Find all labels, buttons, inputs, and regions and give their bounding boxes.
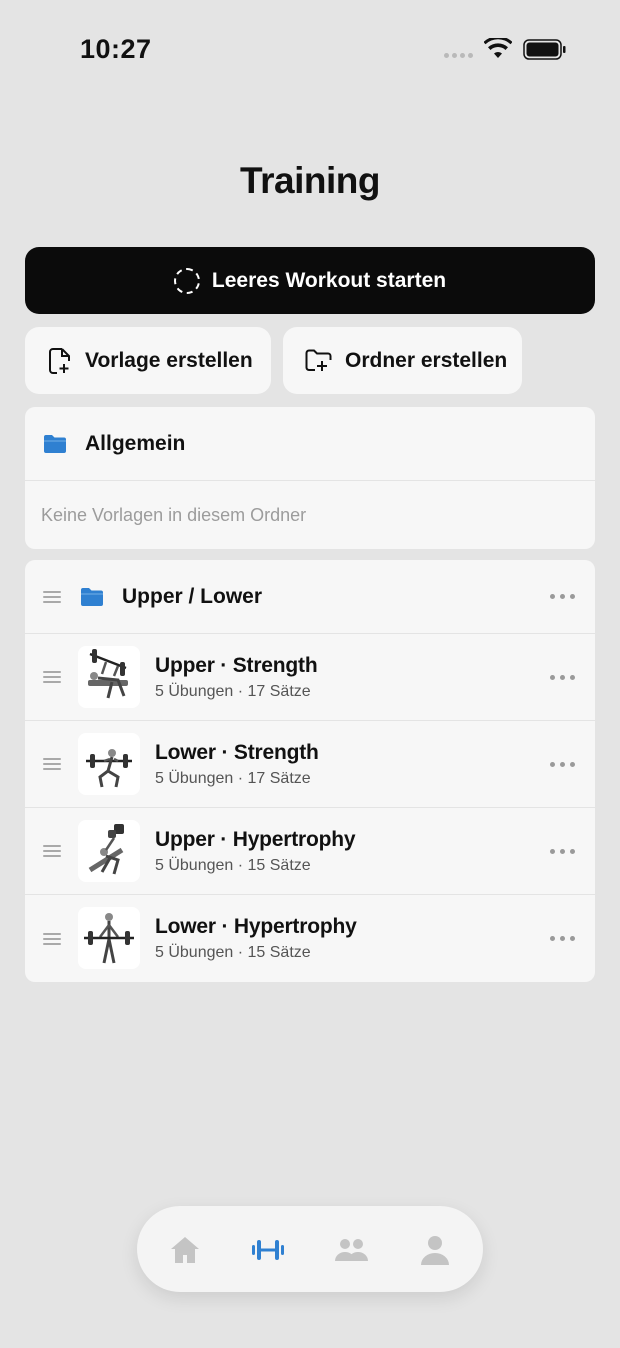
dashed-circle-icon xyxy=(173,267,200,294)
folder-header[interactable]: Allgemein xyxy=(25,407,595,481)
tab-training[interactable] xyxy=(250,1232,286,1268)
folder-card-allgemein: Allgemein Keine Vorlagen in diesem Ordne… xyxy=(25,407,595,549)
more-options-icon[interactable] xyxy=(550,761,575,767)
tab-community[interactable] xyxy=(333,1232,369,1268)
template-info: Upper · Hypertrophy 5 Übungen · 15 Sätze xyxy=(155,828,356,875)
page-title: Training xyxy=(240,160,380,201)
folder-header[interactable]: Upper / Lower xyxy=(25,560,595,634)
template-row[interactable]: Lower · Strength 5 Übungen · 17 Sätze xyxy=(25,721,595,808)
drag-handle-icon[interactable] xyxy=(43,668,61,686)
template-subtitle: 5 Übungen · 15 Sätze xyxy=(155,857,311,874)
new-document-icon xyxy=(49,347,70,374)
drag-handle-icon[interactable] xyxy=(43,842,61,860)
exercise-thumbnail xyxy=(78,646,140,708)
template-info: Lower · Hypertrophy 5 Übungen · 15 Sätze xyxy=(155,915,357,962)
template-title: Upper · Strength xyxy=(155,654,318,677)
template-subtitle: 5 Übungen · 17 Sätze xyxy=(155,683,311,700)
template-title: Upper · Hypertrophy xyxy=(155,828,356,851)
template-row[interactable]: Lower · Hypertrophy 5 Übungen · 15 Sätze xyxy=(25,895,595,982)
create-template-button[interactable]: Vorlage erstellen xyxy=(25,327,271,394)
folder-icon xyxy=(44,434,66,453)
drag-handle-icon[interactable] xyxy=(43,755,61,773)
folder-icon xyxy=(81,587,103,606)
wifi-icon xyxy=(484,38,512,58)
template-row[interactable]: Upper · Strength 5 Übungen · 17 Sätze xyxy=(25,634,595,721)
template-info: Upper · Strength 5 Übungen · 17 Sätze xyxy=(155,654,318,701)
template-info: Lower · Strength 5 Übungen · 17 Sätze xyxy=(155,741,319,788)
tab-profile[interactable] xyxy=(417,1232,453,1268)
profile-icon xyxy=(421,1236,449,1265)
tab-home[interactable] xyxy=(167,1232,203,1268)
more-options-icon[interactable] xyxy=(550,674,575,680)
exercise-thumbnail xyxy=(78,733,140,795)
start-empty-workout-label: Leeres Workout starten xyxy=(211,268,447,292)
create-folder-button[interactable]: Ordner erstellen xyxy=(283,327,522,394)
empty-folder-message: Keine Vorlagen in diesem Ordner xyxy=(41,504,307,525)
tab-bar xyxy=(137,1206,483,1292)
create-template-label: Vorlage erstellen xyxy=(85,348,253,372)
drag-handle-icon[interactable] xyxy=(43,588,61,606)
new-folder-icon xyxy=(305,349,332,371)
template-title: Lower · Hypertrophy xyxy=(155,915,357,938)
more-options-icon[interactable] xyxy=(550,936,575,941)
dumbbell-icon xyxy=(252,1240,284,1260)
start-empty-workout-button[interactable]: Leeres Workout starten xyxy=(25,247,595,314)
folder-card-upper-lower: Upper / Lower Upper · Strength 5 Übungen… xyxy=(25,560,595,982)
battery-icon xyxy=(523,39,566,60)
template-title: Lower · Strength xyxy=(155,741,319,764)
folder-name: Allgemein xyxy=(85,431,186,455)
exercise-thumbnail xyxy=(78,820,140,882)
cellular-signal-icon xyxy=(444,53,473,58)
folder-name: Upper / Lower xyxy=(122,584,263,608)
template-row[interactable]: Upper · Hypertrophy 5 Übungen · 15 Sätze xyxy=(25,808,595,895)
people-icon xyxy=(335,1239,368,1261)
template-subtitle: 5 Übungen · 17 Sätze xyxy=(155,770,311,787)
more-options-icon[interactable] xyxy=(550,848,575,854)
status-bar: 10:27 xyxy=(0,0,620,100)
drag-handle-icon[interactable] xyxy=(43,930,61,948)
home-icon xyxy=(171,1237,199,1263)
template-subtitle: 5 Übungen · 15 Sätze xyxy=(155,944,311,961)
exercise-thumbnail xyxy=(78,907,140,969)
more-options-icon[interactable] xyxy=(550,594,575,599)
create-folder-label: Ordner erstellen xyxy=(345,348,508,372)
status-time: 10:27 xyxy=(80,34,152,64)
